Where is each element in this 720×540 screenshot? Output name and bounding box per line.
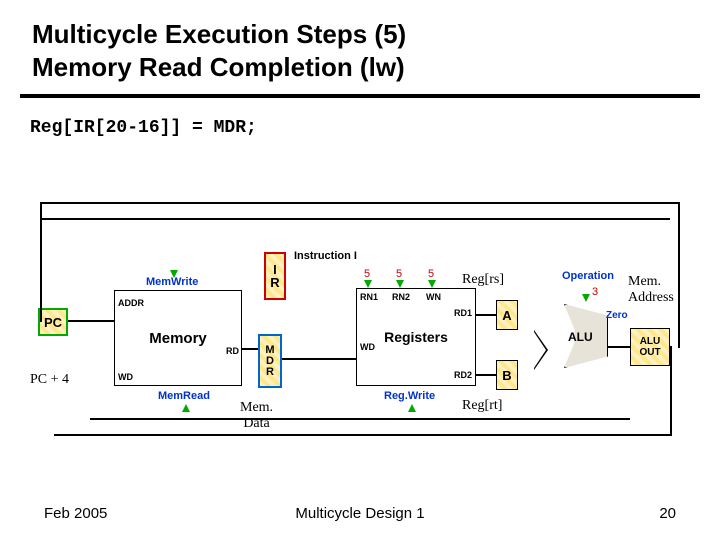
regrs-callout: Reg[rs] xyxy=(462,272,504,288)
top-bus-2 xyxy=(40,202,680,204)
instruction-i-label: Instruction I xyxy=(294,250,357,262)
zero-label: Zero xyxy=(606,310,628,321)
bus-5-c: 5 xyxy=(428,268,434,280)
datapath-diagram: PC Memory MemWrite ADDR RD WD MemRead I … xyxy=(30,190,690,450)
regwrite-arrow-icon xyxy=(408,404,416,412)
alu-to-out-bus xyxy=(608,346,630,348)
mdr-block: M D R xyxy=(258,334,282,388)
rd-mem-label: RD xyxy=(226,346,239,356)
wd-mem-label: WD xyxy=(118,372,133,382)
op3-label: 3 xyxy=(592,286,598,298)
wd-reg-label: WD xyxy=(360,342,375,352)
slide-number: 20 xyxy=(659,505,676,522)
title-line-1: Multicycle Execution Steps (5) xyxy=(32,19,406,49)
rn1-label: RN1 xyxy=(360,292,378,302)
reg-to-a-bus xyxy=(476,314,496,316)
memaddr-callout: Mem. Address xyxy=(628,274,674,306)
addr-label: ADDR xyxy=(118,298,144,308)
right-bus-2 xyxy=(670,346,672,436)
title-rule xyxy=(20,94,700,98)
b-latch: B xyxy=(496,360,518,390)
mdr-to-reg-bus xyxy=(282,358,356,360)
rn1-arrow-icon xyxy=(364,280,372,288)
memread-arrow-icon xyxy=(182,404,190,412)
ir-block: I R xyxy=(264,252,286,300)
right-bus-1 xyxy=(678,202,680,348)
mux-icon xyxy=(534,330,548,370)
pc-block: PC xyxy=(38,308,68,336)
rn2-label: RN2 xyxy=(392,292,410,302)
pc-to-mem-bus xyxy=(68,320,114,322)
wn-arrow-icon xyxy=(428,280,436,288)
wn-label: WN xyxy=(426,292,441,302)
footer-title: Multicycle Design 1 xyxy=(0,505,720,522)
memdata-callout: Mem. Data xyxy=(240,400,273,432)
bottom-bus-1 xyxy=(54,434,672,436)
title-line-2: Memory Read Completion (lw) xyxy=(32,52,405,82)
operation-arrow-icon xyxy=(582,294,590,302)
reg-to-b-bus xyxy=(476,374,496,376)
rd2-label: RD2 xyxy=(454,370,472,380)
bottom-bus-2 xyxy=(90,418,630,420)
a-latch: A xyxy=(496,300,518,330)
left-bus-1 xyxy=(40,202,42,322)
mem-to-mdr-bus xyxy=(242,348,258,350)
aluout-block: ALU OUT xyxy=(630,328,670,366)
alu-label: ALU xyxy=(568,330,593,344)
rd1-label: RD1 xyxy=(454,308,472,318)
regwrite-label: Reg.Write xyxy=(384,390,435,402)
pc4-callout: PC + 4 xyxy=(30,372,69,388)
memwrite-arrow-icon xyxy=(170,270,178,278)
bus-5-b: 5 xyxy=(396,268,402,280)
memread-label: MemRead xyxy=(158,390,210,402)
code-line: Reg[IR[20-16]] = MDR; xyxy=(30,118,257,138)
rn2-arrow-icon xyxy=(396,280,404,288)
regrt-callout: Reg[rt] xyxy=(462,398,502,414)
bus-5-a: 5 xyxy=(364,268,370,280)
top-bus-1 xyxy=(40,218,670,220)
operation-label: Operation xyxy=(562,270,614,282)
